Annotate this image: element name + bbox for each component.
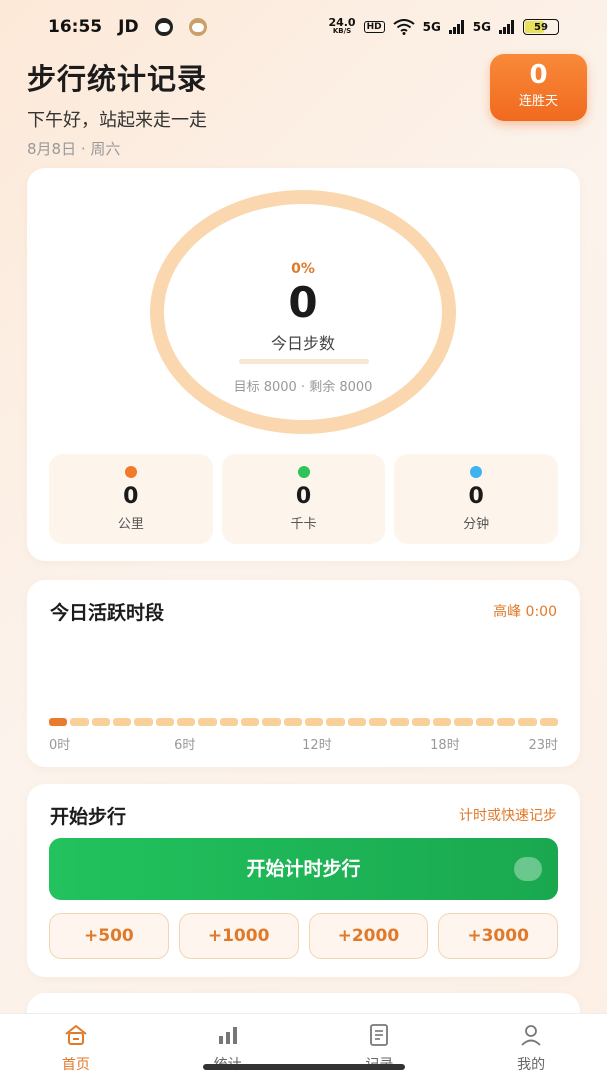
hour-bar: [283, 718, 302, 726]
signal-icon: [448, 20, 464, 34]
tab-profile[interactable]: 我的: [455, 1014, 607, 1080]
hour-bar: [432, 718, 452, 726]
hour-bar: [411, 718, 430, 726]
hour-bar: [454, 718, 473, 726]
face-icon: [154, 18, 173, 36]
stat-label: 分钟: [463, 517, 490, 532]
today-steps-card: 0% 0 今日步数 目标 8000 · 剩余 8000 0 公里 0 千卡 0 …: [27, 168, 580, 561]
quick-add-500-button[interactable]: +500: [49, 913, 169, 959]
walk-title: 开始步行: [50, 806, 127, 828]
hour-bar: [155, 718, 174, 726]
hour-axis-label: 12时: [302, 738, 332, 753]
user-icon: [521, 1025, 541, 1046]
hourly-activity-bars: [49, 718, 558, 726]
hour-bar: [70, 718, 89, 726]
start-toggle-icon: [514, 857, 542, 881]
system-home-indicator[interactable]: [203, 1064, 405, 1070]
hour-bar: [112, 718, 132, 726]
steps-progress-ring[interactable]: 0% 0 今日步数 目标 8000 · 剩余 8000: [150, 190, 456, 434]
hour-bar: [539, 718, 558, 726]
activity-peak: 高峰 0:00: [493, 604, 557, 620]
calories-dot-icon: [297, 466, 310, 478]
date-text: 8月8日 · 周六: [27, 140, 121, 158]
quick-add-1000-button[interactable]: +1000: [178, 913, 299, 959]
hour-bar: [198, 718, 217, 726]
tab-label: 首页: [61, 1057, 90, 1073]
hour-axis-label: 23时: [528, 738, 558, 753]
quick-add-2000-button[interactable]: +2000: [308, 913, 429, 959]
goal-text: 目标 8000 · 剩余 8000: [233, 380, 373, 395]
network-5g-1: 5G: [422, 20, 441, 34]
hour-bar: [326, 718, 345, 726]
hour-bar: [240, 718, 260, 726]
status-carrier: JD: [118, 17, 139, 37]
document-icon: [370, 1024, 389, 1046]
wifi-icon: [392, 19, 415, 35]
goal-progress-bar: [239, 359, 369, 364]
distance-dot-icon: [124, 466, 137, 478]
minutes-dot-icon: [470, 466, 483, 478]
tab-label: 我的: [517, 1057, 546, 1073]
tab-home[interactable]: 首页: [0, 1014, 152, 1080]
steps-count: 0: [288, 278, 318, 327]
hour-bar: [390, 718, 409, 726]
progress-percent: 0%: [291, 261, 315, 277]
start-timed-walk-button[interactable]: 开始计时步行: [49, 838, 558, 900]
hour-bar: [475, 718, 494, 726]
stat-distance[interactable]: 0 公里: [49, 454, 213, 544]
hd-badge: HD: [363, 21, 385, 33]
home-icon: [65, 1025, 87, 1045]
start-button-label: 开始计时步行: [246, 858, 361, 880]
hour-bar: [262, 718, 281, 726]
battery-level: 59: [534, 21, 548, 33]
stat-label: 千卡: [290, 517, 317, 532]
activity-title: 今日活跃时段: [50, 602, 165, 624]
status-time: 16:55: [48, 17, 103, 37]
start-walk-card: 开始步行 计时或快速记步 开始计时步行 +500 +1000 +2000 +30…: [27, 784, 580, 977]
hour-bar: [134, 718, 153, 726]
streak-badge[interactable]: 0 连胜天: [490, 54, 587, 121]
hour-bar: [347, 718, 366, 726]
steps-label: 今日步数: [270, 334, 335, 353]
page-header: 步行统计记录 下午好，站起来走一走 8月8日 · 周六 0 连胜天: [27, 54, 587, 158]
bar-chart-icon: [218, 1027, 237, 1044]
hour-bar: [518, 718, 537, 726]
stat-label: 公里: [117, 517, 144, 532]
streak-label: 连胜天: [518, 94, 558, 109]
stat-calories[interactable]: 0 千卡: [221, 454, 386, 544]
network-speed: 24.0 KB/S: [328, 16, 356, 36]
hour-bar: [91, 718, 110, 726]
network-5g-2: 5G: [472, 20, 491, 34]
app-notification-icon: [188, 18, 207, 36]
status-bar: 16:55 JD 24.0 KB/S HD 5G 5G 59: [0, 0, 607, 54]
hour-bar: [219, 718, 238, 726]
speed-value: 24.0: [328, 16, 356, 29]
stat-value: 0: [295, 484, 312, 509]
stat-value: 0: [468, 484, 484, 509]
stat-value: 0: [123, 484, 139, 509]
hour-bar: [49, 718, 68, 726]
quick-add-3000-button[interactable]: +3000: [438, 913, 558, 959]
hour-axis-label: 18时: [430, 738, 460, 753]
quick-add-row: +500 +1000 +2000 +3000: [49, 913, 558, 959]
hour-bar: [304, 718, 324, 726]
battery-icon: 59: [523, 19, 559, 35]
tab-records[interactable]: 记录: [304, 1014, 456, 1080]
walk-hint: 计时或快速记步: [459, 808, 557, 824]
stats-row: 0 公里 0 千卡 0 分钟: [49, 454, 559, 544]
stat-minutes[interactable]: 0 分钟: [394, 454, 559, 544]
signal-icon-2: [499, 20, 514, 34]
hour-bar: [496, 718, 516, 726]
hour-bar: [368, 718, 388, 726]
hour-axis-labels: 0时 6时 12时 18时 23时: [49, 734, 558, 753]
hour-axis-label: 6时: [174, 738, 196, 753]
hour-axis-label: 0时: [49, 738, 71, 753]
tab-stats[interactable]: 统计: [152, 1014, 304, 1080]
activity-card: 今日活跃时段 高峰 0:00 0时 6时 12时 18时 23时: [27, 580, 580, 767]
hour-bar: [176, 718, 196, 726]
streak-value: 0: [529, 60, 548, 90]
